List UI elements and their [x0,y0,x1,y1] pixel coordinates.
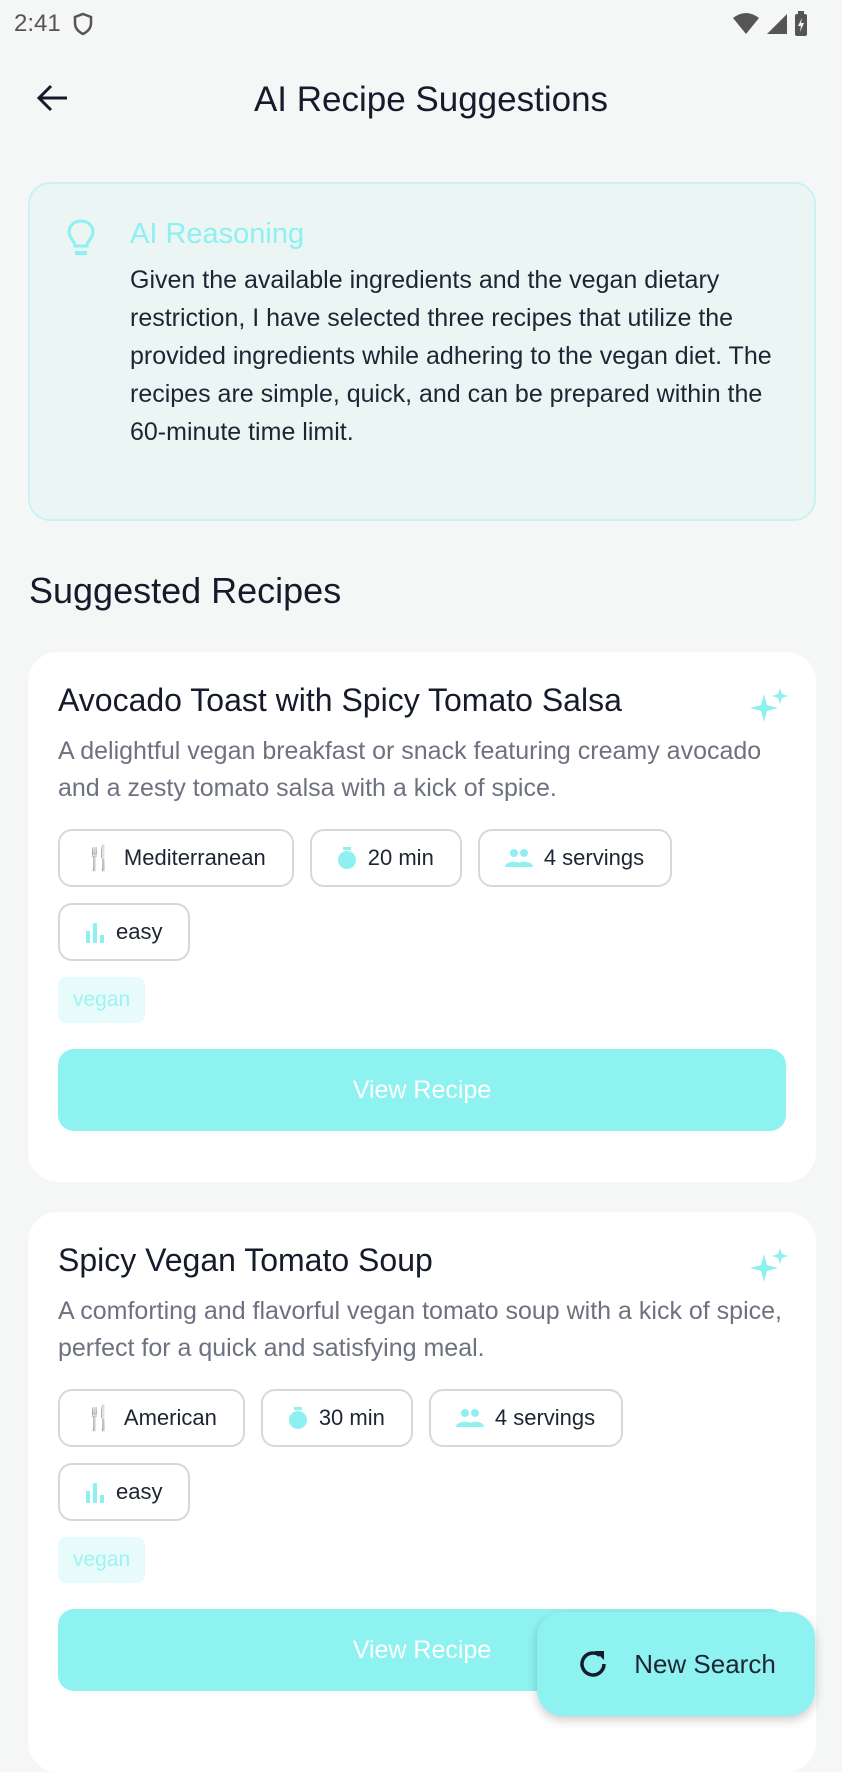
time-label: 20 min [367,845,434,870]
time-label: 30 min [318,1405,385,1430]
signal-icon [767,14,787,34]
difficulty-label: easy [116,919,163,944]
page-title: AI Recipe Suggestions [253,80,609,119]
lightbulb-icon [67,219,95,255]
servings-chip: 4 servings [428,1389,624,1447]
time-chip: 30 min [260,1389,413,1447]
difficulty-chip: easy [58,903,191,961]
difficulty-chip: easy [58,1463,191,1521]
difficulty-label: easy [116,1479,163,1504]
people-icon [455,1409,484,1427]
recipe-card[interactable]: Avocado Toast with Spicy Tomato Salsa A … [28,652,816,1182]
recipe-title: Spicy Vegan Tomato Soup [58,1242,433,1278]
refresh-icon [580,1651,606,1677]
view-recipe-button[interactable]: View Recipe [58,1049,786,1131]
diet-tag: vegan [58,977,146,1023]
wifi-icon [733,13,759,34]
new-search-label: New Search [634,1648,776,1679]
servings-label: 4 servings [494,1405,596,1430]
cuisine-chip: 🍴 American [58,1389,245,1447]
battery-icon [795,11,807,36]
status-bar: 2:41 [0,0,842,48]
cuisine-chip: 🍴 Mediterranean [58,829,294,887]
sparkles-icon [750,688,788,722]
reasoning-title: AI Reasoning [130,218,305,250]
diet-tag: vegan [58,1537,146,1583]
sparkles-icon [750,1248,788,1282]
new-search-button[interactable]: New Search [537,1612,815,1716]
status-time: 2:41 [14,10,61,37]
servings-chip: 4 servings [477,829,673,887]
utensils-icon: 🍴 [84,1404,114,1432]
ai-reasoning-card: AI Reasoning Given the available ingredi… [28,182,816,521]
recipe-title: Avocado Toast with Spicy Tomato Salsa [58,682,622,718]
timer-icon [288,1407,307,1429]
recipe-description: A delightful vegan breakfast or snack fe… [58,737,762,802]
utensils-icon: 🍴 [84,844,114,872]
shield-icon [73,12,92,36]
arrow-left-icon [36,84,67,112]
bar-chart-icon [86,923,104,943]
back-button[interactable] [30,76,74,120]
timer-icon [337,847,356,869]
bar-chart-icon [86,1483,104,1503]
reasoning-text: Given the available ingredients and the … [130,266,772,446]
time-chip: 20 min [309,829,462,887]
people-icon [504,849,533,867]
servings-label: 4 servings [543,845,645,870]
cuisine-label: American [123,1405,217,1430]
recipe-description: A comforting and flavorful vegan tomato … [58,1297,782,1362]
cuisine-label: Mediterranean [123,845,266,870]
app-bar: AI Recipe Suggestions [0,48,842,152]
section-title: Suggested Recipes [29,570,342,611]
